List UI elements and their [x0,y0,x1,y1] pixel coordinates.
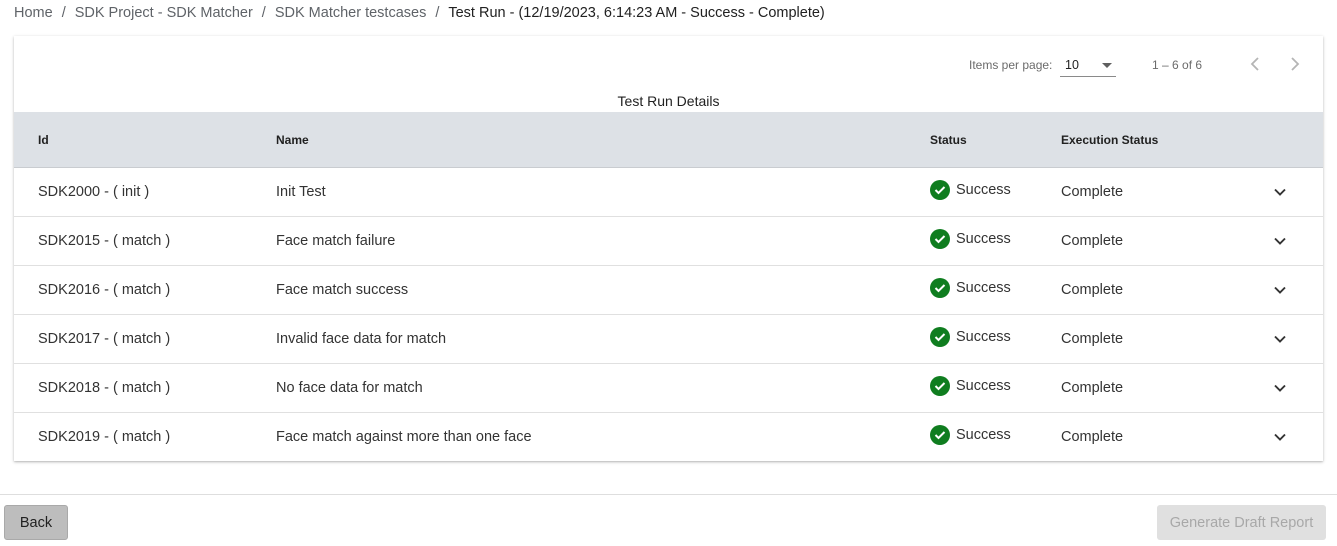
breadcrumb-separator: / [261,5,266,21]
previous-page-button[interactable] [1242,51,1268,77]
row-execution-status: Complete [1061,380,1124,396]
row-status: Success [930,229,1011,249]
table-row[interactable]: SDK2016 - ( match ) Face match success S… [14,266,1323,315]
back-button[interactable]: Back [4,505,68,540]
row-status-label: Success [956,182,1011,198]
table-title: Test Run Details [617,93,720,109]
row-execution-status: Complete [1061,233,1124,249]
table-header: Id Name Status Execution Status [14,112,1323,168]
row-status-label: Success [956,378,1011,394]
row-status: Success [930,376,1011,396]
test-run-card: Items per page: 10 1 – 6 of 6 Test Run D… [14,36,1323,461]
breadcrumb-home[interactable]: Home [14,5,53,21]
chevron-down-icon [1274,286,1286,294]
row-id: SDK2018 - ( match ) [38,380,171,396]
row-status-label: Success [956,329,1011,345]
expand-row-button[interactable] [1270,427,1290,447]
table-row[interactable]: SDK2017 - ( match ) Invalid face data fo… [14,315,1323,364]
row-name: Face match against more than one face [276,429,532,445]
row-execution-status: Complete [1061,429,1124,445]
caret-down-icon [1102,63,1112,68]
generate-draft-report-button[interactable]: Generate Draft Report [1157,505,1326,540]
next-page-button[interactable] [1282,51,1308,77]
chevron-down-icon [1274,384,1286,392]
page-range-label: 1 – 6 of 6 [1152,58,1203,72]
check-circle-icon [930,327,950,347]
breadcrumb-project[interactable]: SDK Project - SDK Matcher [75,5,253,21]
items-per-page-select[interactable]: 10 [1060,54,1116,77]
chevron-down-icon [1274,188,1286,196]
column-header-name[interactable]: Name [276,133,309,147]
row-id: SDK2015 - ( match ) [38,233,171,249]
items-per-page-value: 10 [1065,58,1079,72]
row-status: Success [930,327,1011,347]
expand-row-button[interactable] [1270,378,1290,398]
chevron-left-icon [1250,57,1259,71]
breadcrumb: Home / SDK Project - SDK Matcher / SDK M… [14,5,825,21]
expand-row-button[interactable] [1270,182,1290,202]
check-circle-icon [930,425,950,445]
chevron-down-icon [1274,335,1286,343]
row-id: SDK2017 - ( match ) [38,331,171,347]
row-execution-status: Complete [1061,184,1124,200]
table-row[interactable]: SDK2000 - ( init ) Init Test Success Com… [14,168,1323,217]
breadcrumb-testcases[interactable]: SDK Matcher testcases [275,5,427,21]
chevron-right-icon [1291,57,1300,71]
row-status-label: Success [956,427,1011,443]
row-name: Init Test [276,184,326,200]
footer-divider [0,494,1337,495]
row-execution-status: Complete [1061,282,1124,298]
items-per-page-label: Items per page: [969,58,1053,72]
row-id: SDK2000 - ( init ) [38,184,150,200]
breadcrumb-current: Test Run - (12/19/2023, 6:14:23 AM - Suc… [448,5,825,21]
column-header-id[interactable]: Id [38,133,49,147]
breadcrumb-separator: / [435,5,440,21]
expand-row-button[interactable] [1270,231,1290,251]
row-status: Success [930,278,1011,298]
row-status-label: Success [956,231,1011,247]
row-id: SDK2019 - ( match ) [38,429,171,445]
table-row[interactable]: SDK2019 - ( match ) Face match against m… [14,413,1323,461]
row-status: Success [930,425,1011,445]
chevron-down-icon [1274,433,1286,441]
check-circle-icon [930,229,950,249]
row-status-label: Success [956,280,1011,296]
check-circle-icon [930,180,950,200]
check-circle-icon [930,376,950,396]
row-name: Invalid face data for match [276,331,447,347]
column-header-execution-status[interactable]: Execution Status [1061,133,1158,147]
paginator: Items per page: 10 1 – 6 of 6 [14,36,1323,92]
row-name: Face match success [276,282,409,298]
row-status: Success [930,180,1011,200]
table-row[interactable]: SDK2015 - ( match ) Face match failure S… [14,217,1323,266]
breadcrumb-separator: / [61,5,66,21]
row-execution-status: Complete [1061,331,1124,347]
row-name: No face data for match [276,380,423,396]
check-circle-icon [930,278,950,298]
column-header-status[interactable]: Status [930,133,967,147]
expand-row-button[interactable] [1270,280,1290,300]
chevron-down-icon [1274,237,1286,245]
row-name: Face match failure [276,233,396,249]
table-row[interactable]: SDK2018 - ( match ) No face data for mat… [14,364,1323,413]
expand-row-button[interactable] [1270,329,1290,349]
row-id: SDK2016 - ( match ) [38,282,171,298]
